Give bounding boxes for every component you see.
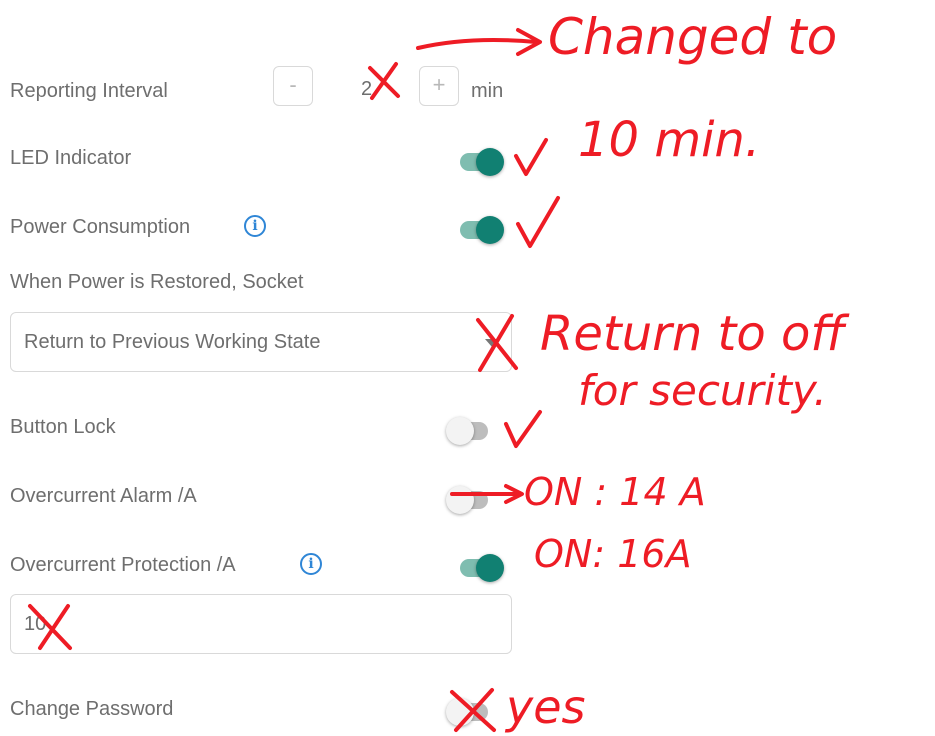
toggle-knob	[476, 216, 504, 244]
toggle-knob	[446, 417, 474, 445]
check-mark	[504, 410, 542, 448]
button-lock-toggle[interactable]	[446, 413, 496, 449]
interval-value: 2	[361, 78, 373, 100]
power-restore-label: When Power is Restored, Socket	[10, 271, 304, 293]
button-lock-label: Button Lock	[10, 416, 116, 438]
annotation-restore-1: Return to off	[540, 306, 845, 362]
info-icon[interactable]: i	[300, 553, 322, 575]
overcurrent-protection-label: Overcurrent Protection /A	[10, 554, 236, 576]
settings-page: Reporting Interval - 2 + min LED Indicat…	[0, 0, 935, 736]
annotation-protection: ON: 16A	[534, 532, 692, 576]
arrow-head	[516, 28, 542, 56]
overcurrent-alarm-toggle[interactable]	[446, 482, 496, 518]
check-mark	[516, 196, 560, 248]
overcurrent-protection-toggle[interactable]	[456, 550, 506, 586]
change-password-toggle[interactable]	[446, 694, 496, 730]
annotation-alarm: ON : 14 A	[524, 470, 706, 514]
toggle-knob	[476, 554, 504, 582]
power-restore-selected: Return to Previous Working State	[24, 331, 321, 353]
toggle-knob	[476, 148, 504, 176]
info-icon[interactable]: i	[244, 215, 266, 237]
annotation-interval-2: 10 min.	[578, 112, 761, 168]
overcurrent-protection-input[interactable]: 10	[10, 594, 512, 654]
arrow-mark	[416, 38, 538, 50]
interval-unit: min	[471, 80, 504, 102]
annotation-password: yes	[506, 680, 586, 734]
led-indicator-label: LED Indicator	[10, 147, 132, 169]
interval-increment-button[interactable]: +	[419, 66, 459, 106]
cross-mark	[368, 62, 400, 100]
reporting-interval-label: Reporting Interval	[10, 80, 168, 102]
power-consumption-toggle[interactable]	[456, 212, 506, 248]
check-mark	[514, 138, 548, 176]
change-password-label: Change Password	[10, 698, 174, 720]
chevron-down-icon	[485, 339, 499, 347]
interval-decrement-button[interactable]: -	[273, 66, 313, 106]
toggle-knob	[446, 486, 474, 514]
annotation-restore-2: for security.	[578, 366, 827, 415]
annotation-interval-1: Changed to	[548, 8, 838, 66]
overcurrent-alarm-label: Overcurrent Alarm /A	[10, 485, 197, 507]
led-indicator-toggle[interactable]	[456, 144, 506, 180]
power-restore-select[interactable]: Return to Previous Working State	[10, 312, 512, 372]
overcurrent-protection-value: 10	[24, 613, 47, 635]
toggle-knob	[446, 698, 474, 726]
power-consumption-label: Power Consumption	[10, 216, 191, 238]
